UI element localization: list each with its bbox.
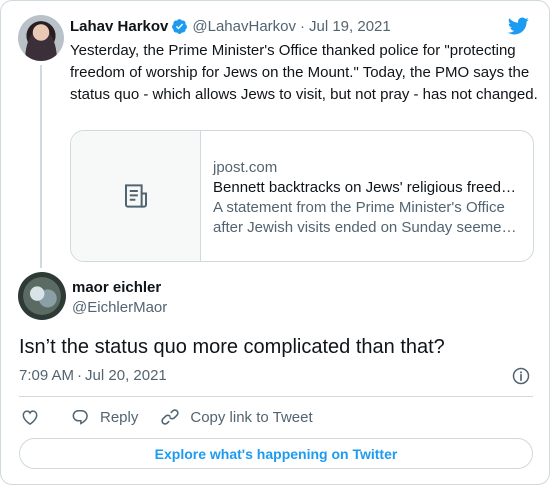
reply-author-handle[interactable]: @EichlerMaor — [72, 299, 167, 316]
reply-author-name[interactable]: maor eichler — [72, 279, 161, 296]
link-card-title: Bennett backtracks on Jews' religious fr… — [213, 179, 517, 196]
reply-button[interactable]: Reply — [70, 407, 138, 427]
link-card-thumbnail — [71, 131, 201, 261]
parent-tweet-date[interactable]: Jul 19, 2021 — [309, 18, 391, 35]
reply-tweet-text: Isn’t the status quo more complicated th… — [19, 336, 445, 358]
copy-link-label: Copy link to Tweet — [190, 408, 313, 426]
reply-time: 7:09 AM — [19, 367, 75, 384]
heart-icon — [22, 410, 38, 425]
link-card-description-line1: A statement from the Prime Minister's Of… — [213, 199, 505, 216]
avatar-maor-eichler[interactable] — [18, 272, 66, 320]
parent-author-handle[interactable]: @LahavHarkov — [192, 18, 296, 35]
info-icon[interactable] — [511, 366, 531, 386]
link-card-body: jpost.com Bennett backtracks on Jews' re… — [201, 131, 533, 261]
thread-connector-line — [40, 65, 42, 268]
timestamp-separator: · — [77, 367, 83, 384]
tweet-actions-bar: Reply Copy link to Tweet — [20, 405, 313, 429]
explore-twitter-button[interactable]: Explore what's happening on Twitter — [19, 438, 533, 469]
header-separator: · — [300, 17, 305, 35]
parent-author-name[interactable]: Lahav Harkov — [70, 18, 168, 35]
verified-badge-icon — [172, 18, 188, 34]
like-button[interactable] — [20, 407, 40, 427]
avatar-lahav-harkov[interactable] — [18, 15, 64, 61]
reply-timestamp[interactable]: 7:09 AM · Jul 20, 2021 — [19, 367, 167, 384]
link-preview-card[interactable]: jpost.com Bennett backtracks on Jews' re… — [70, 130, 534, 262]
reply-bubble-icon — [72, 410, 88, 425]
reply-date: Jul 20, 2021 — [85, 367, 167, 384]
parent-tweet-text: Yesterday, the Prime Minister's Office t… — [70, 42, 538, 103]
embedded-tweet-card: Lahav Harkov @LahavHarkov · Jul 19, 2021… — [0, 0, 550, 485]
link-icon — [161, 409, 180, 425]
twitter-bird-icon[interactable] — [506, 15, 530, 37]
parent-tweet-header: Lahav Harkov @LahavHarkov · Jul 19, 2021 — [70, 16, 391, 36]
link-card-description-line2: after Jewish visits ended on Sunday seem… — [213, 219, 517, 236]
link-card-domain: jpost.com — [213, 159, 278, 176]
article-icon — [124, 184, 147, 208]
reply-button-label: Reply — [100, 408, 139, 426]
actions-divider — [19, 396, 533, 397]
copy-link-button[interactable]: Copy link to Tweet — [160, 407, 313, 427]
